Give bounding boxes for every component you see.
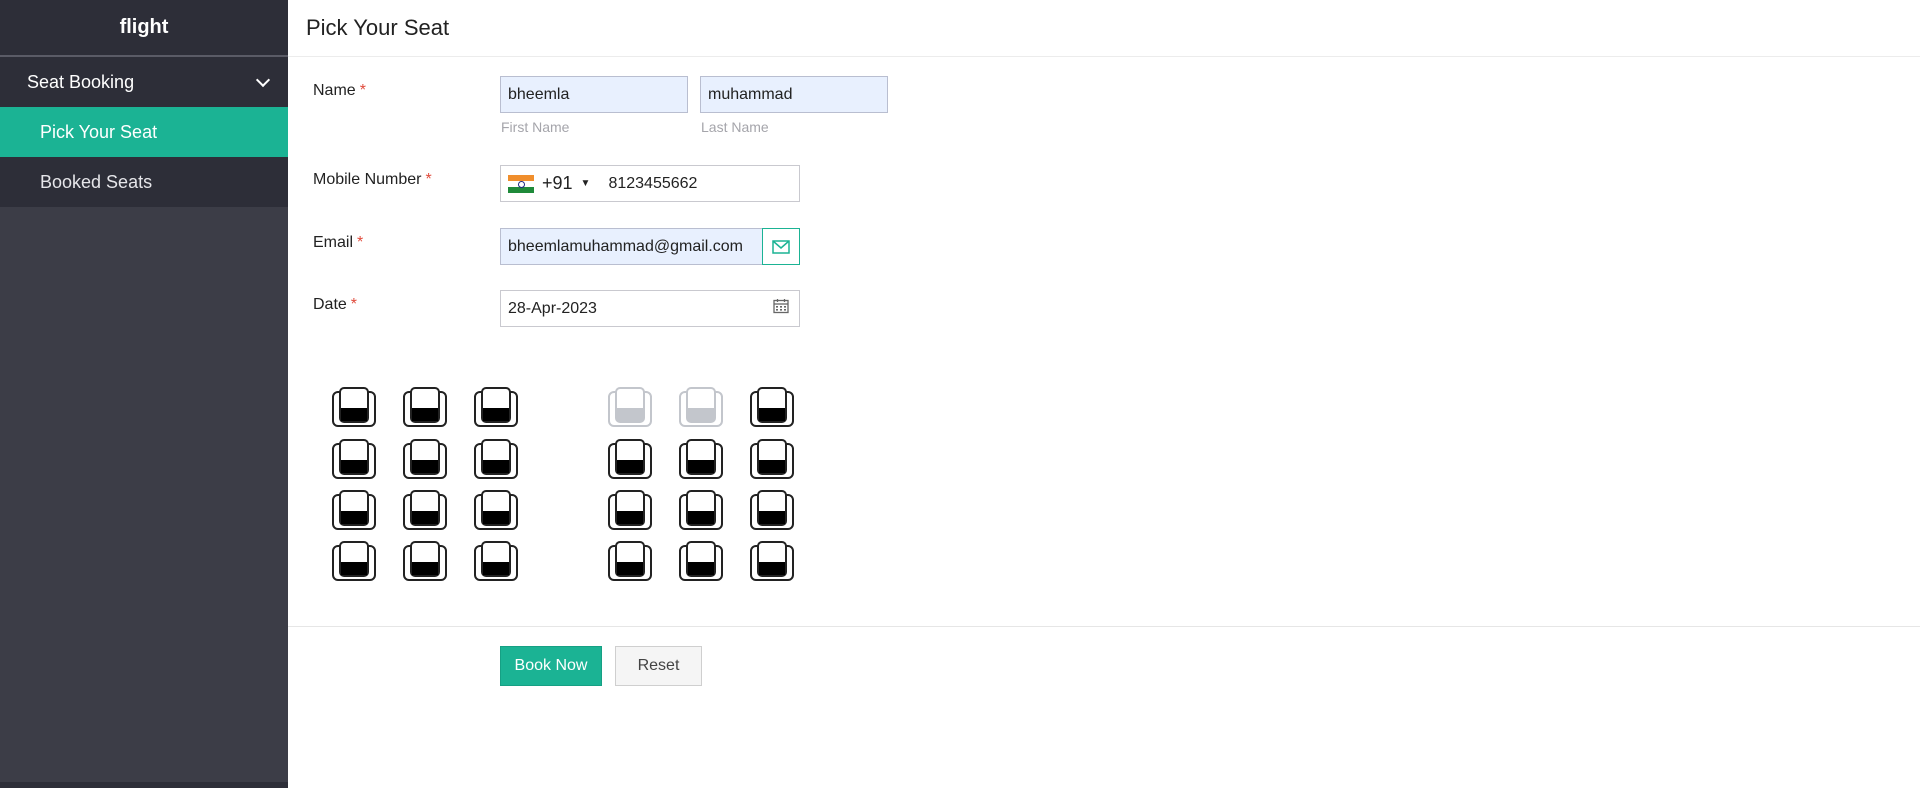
seat-left-r4c2[interactable]	[402, 540, 448, 582]
sidebar-item-label: Booked Seats	[40, 171, 153, 192]
first-name-value: bheemla	[508, 85, 570, 103]
caret-down-icon[interactable]: ▼	[581, 178, 591, 189]
seat-right-r3c2[interactable]	[678, 489, 724, 531]
last-name-hint: Last Name	[701, 119, 769, 135]
date-input[interactable]: 28-Apr-2023	[500, 290, 800, 327]
sidebar-group-seat-booking[interactable]: Seat Booking	[0, 57, 288, 107]
seat-right-r2c1[interactable]	[607, 438, 653, 480]
seat-left-r1c1[interactable]	[331, 386, 377, 428]
seat-right-r1c2-booked	[678, 386, 724, 428]
book-now-button[interactable]: Book Now	[500, 646, 602, 686]
mobile-number-field[interactable]: +91 ▼ 8123455662	[500, 165, 800, 202]
mobile-number-value: 8123455662	[608, 174, 698, 192]
sidebar: flight Seat Booking Pick Your Seat Booke…	[0, 0, 288, 788]
first-name-input[interactable]: bheemla	[500, 76, 688, 113]
email-value: bheemlamuhammad@gmail.com	[508, 237, 743, 255]
seat-left-r1c2[interactable]	[402, 386, 448, 428]
required-marker: *	[357, 234, 364, 251]
seat-left-r3c1[interactable]	[331, 489, 377, 531]
seat-right-r1c1-booked	[607, 386, 653, 428]
seat-left-r4c3[interactable]	[473, 540, 519, 582]
email-label: Email *	[313, 234, 363, 252]
seat-left-r2c3[interactable]	[473, 438, 519, 480]
seat-left-r1c3[interactable]	[473, 386, 519, 428]
seat-right-r4c3[interactable]	[749, 540, 795, 582]
name-label: Name *	[313, 82, 366, 100]
seat-left-r3c2[interactable]	[402, 489, 448, 531]
seat-left-r2c1[interactable]	[331, 438, 377, 480]
required-marker: *	[359, 82, 366, 99]
envelope-icon[interactable]	[762, 228, 800, 265]
seat-right-r4c1[interactable]	[607, 540, 653, 582]
reset-button[interactable]: Reset	[615, 646, 702, 686]
seat-left-r2c2[interactable]	[402, 438, 448, 480]
sidebar-group-label: Seat Booking	[27, 71, 135, 92]
mobile-label-text: Mobile Number	[313, 171, 422, 188]
name-label-text: Name	[313, 82, 356, 99]
page-title: Pick Your Seat	[306, 15, 450, 40]
seat-right-r2c2[interactable]	[678, 438, 724, 480]
last-name-value: muhammad	[708, 85, 793, 103]
chevron-down-icon	[255, 72, 271, 88]
sidebar-bottom-strip	[0, 782, 288, 788]
seat-left-r4c1[interactable]	[331, 540, 377, 582]
email-label-text: Email	[313, 234, 354, 251]
calendar-icon[interactable]	[773, 298, 789, 319]
brand-title: flight	[0, 0, 288, 57]
form-divider	[288, 626, 1920, 627]
date-label: Date *	[313, 296, 357, 314]
seat-right-r2c3[interactable]	[749, 438, 795, 480]
first-name-hint: First Name	[501, 119, 570, 135]
email-input[interactable]: bheemlamuhammad@gmail.com	[500, 228, 763, 265]
country-code[interactable]: +91	[542, 173, 573, 194]
last-name-input[interactable]: muhammad	[700, 76, 888, 113]
seat-right-r4c2[interactable]	[678, 540, 724, 582]
india-flag-icon[interactable]	[508, 174, 534, 193]
date-value: 28-Apr-2023	[508, 299, 597, 317]
mobile-label: Mobile Number *	[313, 171, 432, 189]
page-header: Pick Your Seat	[288, 0, 1920, 57]
seat-left-r3c3[interactable]	[473, 489, 519, 531]
sidebar-item-label: Pick Your Seat	[40, 121, 158, 142]
required-marker: *	[350, 296, 358, 313]
required-marker: *	[425, 171, 432, 188]
seat-right-r1c3[interactable]	[749, 386, 795, 428]
seat-right-r3c3[interactable]	[749, 489, 795, 531]
seat-right-r3c1[interactable]	[607, 489, 653, 531]
sidebar-item-booked-seats[interactable]: Booked Seats	[0, 157, 288, 207]
date-label-text: Date	[313, 296, 347, 313]
sidebar-item-pick-your-seat[interactable]: Pick Your Seat	[0, 107, 288, 157]
